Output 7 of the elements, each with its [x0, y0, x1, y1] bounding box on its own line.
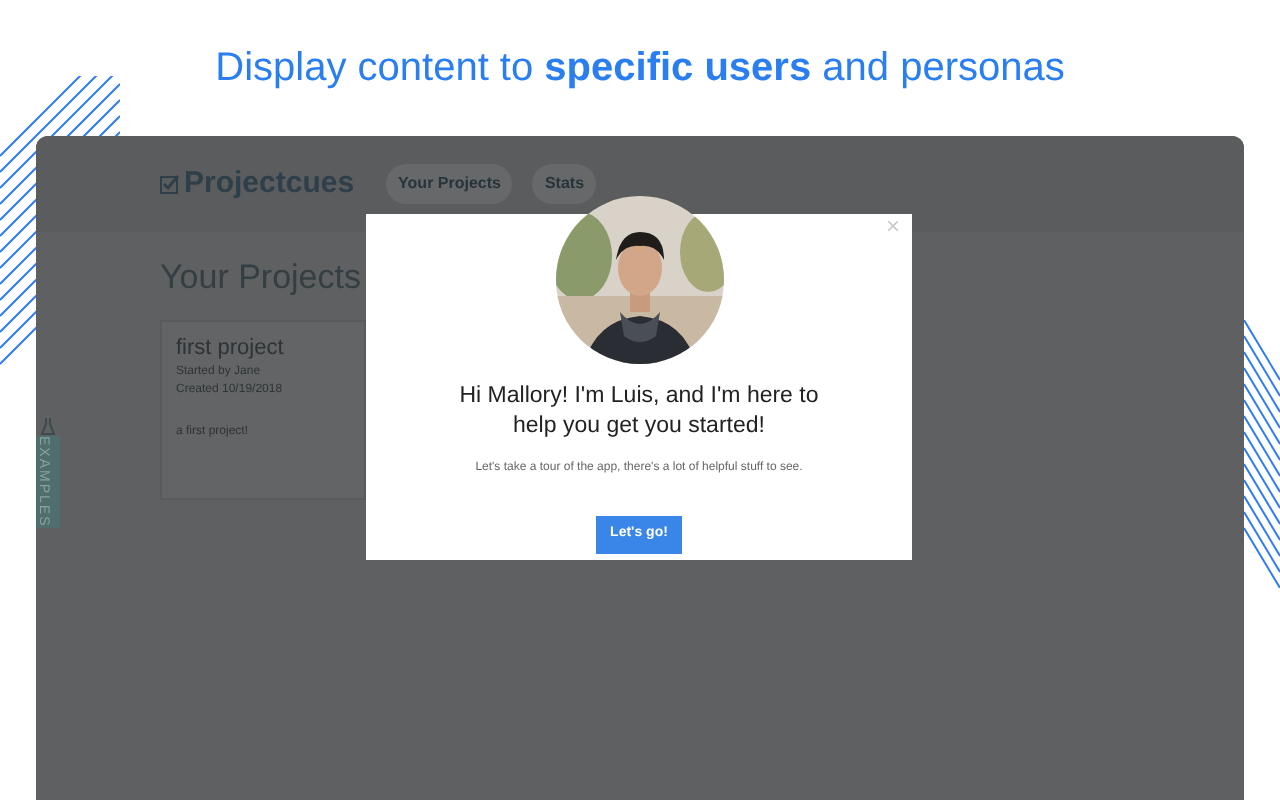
modal-title: Hi Mallory! I'm Luis, and I'm here to help you get you started! — [457, 382, 821, 442]
close-button[interactable]: × — [885, 214, 900, 238]
flask-icon — [40, 416, 56, 436]
headline: Display content to specific users and personas — [215, 44, 1065, 94]
nav-tab[interactable]: Your Projects — [386, 164, 513, 204]
nav-tab[interactable]: Stats — [532, 164, 597, 204]
checkbox-icon — [160, 174, 180, 194]
